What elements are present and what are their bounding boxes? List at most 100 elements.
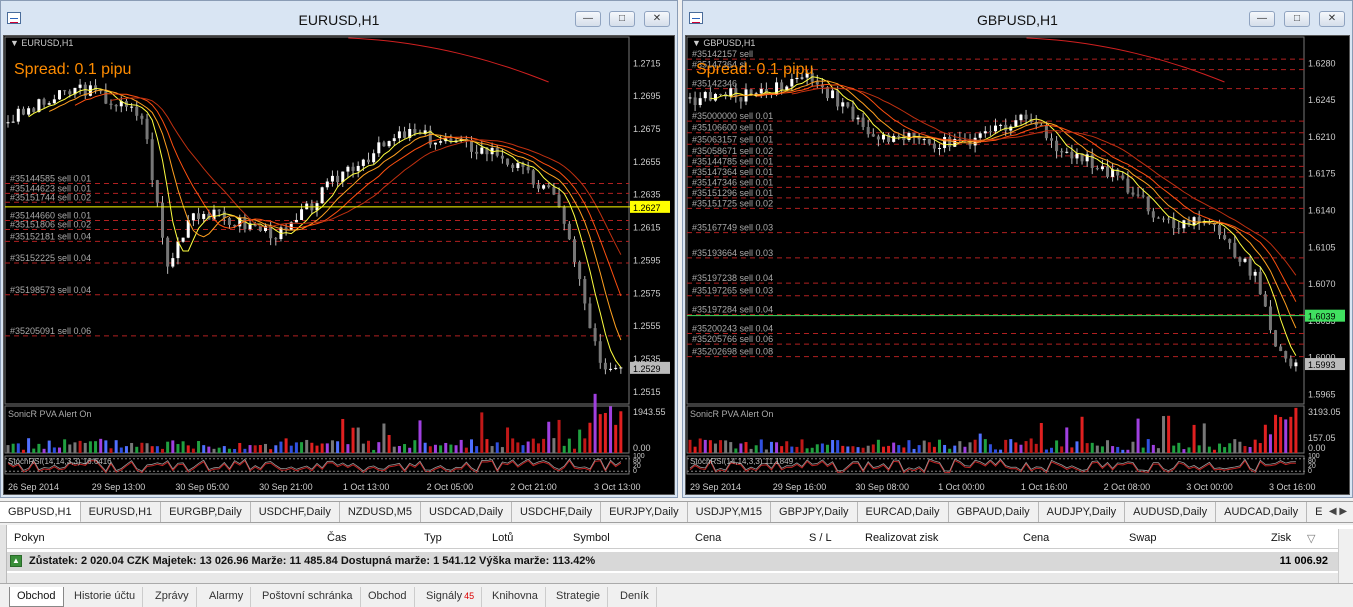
horizontal-scrollbar[interactable] bbox=[7, 573, 1338, 583]
candle-body bbox=[578, 262, 582, 280]
volume-bar bbox=[294, 442, 298, 453]
minimize-button[interactable]: — bbox=[1249, 11, 1275, 27]
chart-tab[interactable]: USDCHF,Daily bbox=[512, 502, 602, 522]
volume-bar bbox=[1177, 442, 1181, 453]
chart-tab[interactable]: USDCAD,Daily bbox=[421, 502, 512, 522]
tab-denik[interactable]: Deník bbox=[613, 587, 657, 607]
volume-bar bbox=[1192, 424, 1196, 453]
volume-bar bbox=[1014, 442, 1018, 453]
chart-tab[interactable]: GBPAUD,Daily bbox=[949, 502, 1039, 522]
price-tick-label: 1.2595 bbox=[633, 255, 661, 265]
volume-bar bbox=[253, 445, 257, 453]
volume-bar bbox=[171, 440, 175, 453]
column-header[interactable]: Cena bbox=[695, 532, 721, 544]
volume-bar bbox=[47, 440, 51, 453]
volume-bar bbox=[1111, 446, 1115, 453]
column-header[interactable]: Swap bbox=[1129, 532, 1157, 544]
tab-zpravy[interactable]: Zprávy bbox=[148, 587, 197, 607]
column-header[interactable]: Pokyn bbox=[14, 532, 45, 544]
volume-bar bbox=[238, 442, 242, 453]
volume-bar bbox=[734, 448, 738, 453]
tab-obchod-market[interactable]: Obchod bbox=[361, 587, 415, 607]
candle-body bbox=[614, 367, 618, 369]
chart-tab[interactable]: EURJPY,Daily bbox=[601, 502, 688, 522]
candle-body bbox=[68, 91, 72, 95]
maximize-button[interactable]: □ bbox=[1284, 11, 1310, 27]
vertical-scrollbar[interactable] bbox=[1338, 529, 1353, 583]
volume-bar bbox=[1019, 444, 1023, 453]
volume-tick-label: 0.00 bbox=[1308, 443, 1326, 453]
price-chart-eurusd[interactable]: 1.2715 1.2695 1.2675 1.2655 1.2635 1.2615 1.25… bbox=[3, 35, 675, 495]
volume-bar bbox=[1263, 424, 1267, 453]
candle-body bbox=[1238, 257, 1242, 262]
osc-label: StochRSI(14,14,3,3) 11.1849 bbox=[690, 457, 794, 466]
chart-tab[interactable]: GBPJPY,Daily bbox=[771, 502, 858, 522]
candle-body bbox=[1070, 151, 1074, 159]
candle-body bbox=[21, 108, 25, 115]
tab-label: Strategie bbox=[556, 590, 601, 602]
volume-bar bbox=[387, 434, 391, 453]
column-header[interactable]: Typ bbox=[424, 532, 442, 544]
volume-bar bbox=[943, 444, 947, 453]
tab-strategie[interactable]: Strategie bbox=[549, 587, 609, 607]
volume-bar bbox=[6, 445, 10, 453]
candle-body bbox=[325, 181, 329, 188]
candle-body bbox=[567, 223, 571, 240]
candle-body bbox=[1065, 151, 1069, 153]
volume-bar bbox=[1228, 443, 1232, 453]
minimize-button[interactable]: — bbox=[575, 11, 601, 27]
price-chart-gbpusd[interactable]: 1.6280 1.6245 1.6210 1.6175 1.6140 1.6105 1.60… bbox=[685, 35, 1350, 495]
candle-body bbox=[495, 147, 499, 156]
candle-body bbox=[552, 187, 556, 195]
column-header[interactable]: Symbol bbox=[573, 532, 610, 544]
chart-tab[interactable]: AUDUSD,Daily bbox=[1125, 502, 1217, 522]
chart-tab[interactable]: USDJPY,M15 bbox=[688, 502, 772, 522]
close-button[interactable]: ✕ bbox=[1319, 11, 1345, 27]
column-header[interactable]: Cena bbox=[1023, 532, 1049, 544]
candle-body bbox=[1014, 120, 1018, 127]
chart-tab[interactable]: USDCHF,Daily bbox=[251, 502, 340, 522]
tab-postovni-schranka[interactable]: Poštovní schránka bbox=[255, 587, 361, 607]
column-header[interactable]: S / L bbox=[809, 532, 832, 544]
candle-body bbox=[140, 115, 144, 119]
window-titlebar[interactable]: EURUSD,H1 — □ ✕ bbox=[1, 1, 677, 35]
volume-bar bbox=[197, 441, 201, 453]
order-label: #35058671 sell 0.02 bbox=[692, 146, 773, 156]
chart-tab[interactable]: EURGBP,Daily bbox=[161, 502, 251, 522]
candle-body bbox=[516, 163, 520, 168]
chart-window-eurusd[interactable]: EURUSD,H1 — □ ✕ 1.2715 1.2695 1.2675 1.2655… bbox=[0, 0, 678, 498]
price-tick-label: 1.2655 bbox=[633, 157, 661, 167]
volume-bar bbox=[191, 448, 195, 453]
candle-body bbox=[1095, 168, 1099, 170]
volume-bar bbox=[785, 441, 789, 453]
chart-tab[interactable]: EURCAD,Daily bbox=[858, 502, 949, 522]
order-label: #35151296 sell 0.01 bbox=[692, 188, 773, 198]
volume-bar bbox=[186, 445, 190, 453]
tab-signaly[interactable]: Signály 45 bbox=[419, 587, 483, 607]
price-tick-label: 1.6070 bbox=[1308, 279, 1336, 289]
maximize-button[interactable]: □ bbox=[609, 11, 635, 27]
price-tick-label: 1.6175 bbox=[1308, 169, 1336, 179]
order-label: #35202698 sell 0.08 bbox=[692, 347, 773, 357]
chart-tab[interactable]: GBPUSD,H1 bbox=[0, 502, 81, 522]
account-summary-row[interactable]: ▲ Zůstatek: 2 020.04 CZK Majetek: 13 026… bbox=[7, 552, 1338, 571]
chart-window-gbpusd[interactable]: GBPUSD,H1 — □ ✕ 1.6280 1.6245 1.6210 1.6175… bbox=[682, 0, 1353, 498]
window-titlebar[interactable]: GBPUSD,H1 — □ ✕ bbox=[683, 1, 1352, 35]
tab-alarmy[interactable]: Alarmy bbox=[202, 587, 252, 607]
chart-tab[interactable]: NZDUSD,M5 bbox=[340, 502, 421, 522]
chart-tab[interactable]: EURUSD,H1 bbox=[81, 502, 162, 522]
tab-knihovna[interactable]: Knihovna bbox=[485, 587, 546, 607]
chart-tab[interactable]: AUDJPY,Daily bbox=[1039, 502, 1126, 522]
tab-scroll-buttons[interactable]: ◀ ▶ bbox=[1323, 502, 1353, 522]
sort-icon[interactable]: ▽ bbox=[1307, 532, 1315, 545]
chart-tab[interactable]: AUDCAD,Daily bbox=[1216, 502, 1308, 522]
column-header[interactable]: Lotů bbox=[492, 532, 513, 544]
column-header[interactable]: Zisk bbox=[1271, 532, 1291, 544]
column-header[interactable]: Realizovat zisk bbox=[865, 532, 938, 544]
tab-obchod[interactable]: Obchod bbox=[9, 587, 64, 607]
volume-bar bbox=[397, 446, 401, 453]
close-button[interactable]: ✕ bbox=[644, 11, 670, 27]
column-header[interactable]: Čas bbox=[327, 532, 347, 544]
candle-body bbox=[1233, 242, 1237, 258]
tab-historie-uctu[interactable]: Historie účtu bbox=[67, 587, 144, 607]
